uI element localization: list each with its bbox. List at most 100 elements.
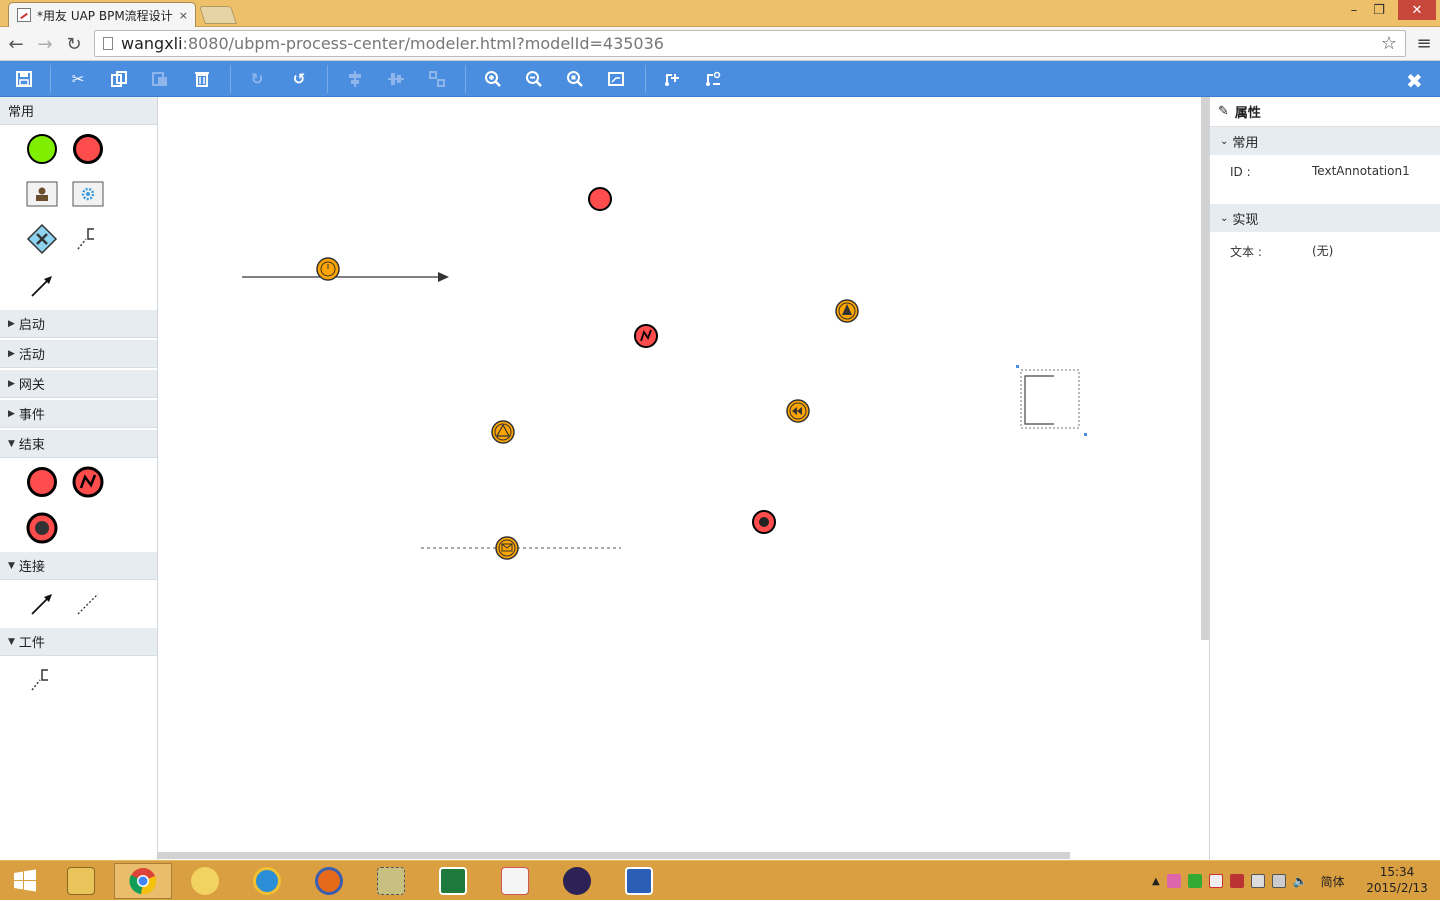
file-explorer-icon[interactable]	[52, 863, 110, 899]
minimize-button[interactable]: –	[1340, 0, 1368, 20]
terminate-end-event-node[interactable]	[752, 510, 776, 534]
close-editor-icon[interactable]: ✖	[1406, 69, 1423, 93]
end-event-icon[interactable]	[71, 132, 105, 166]
url-path: :8080/ubpm-process-center/modeler.html?m…	[182, 34, 664, 53]
error-end-event-node[interactable]	[634, 324, 658, 348]
clock[interactable]: 15:34 2015/2/13	[1362, 864, 1432, 896]
prop-section-label: 实现	[1232, 212, 1259, 228]
clock-time: 15:34	[1379, 865, 1415, 879]
end-terminate-icon[interactable]	[25, 511, 59, 545]
tray-app-icon[interactable]	[1229, 874, 1244, 888]
browser-tab[interactable]: *用友 UAP BPM流程设计 ×	[8, 2, 196, 27]
end-event-node[interactable]	[588, 187, 612, 211]
palette-section-connect[interactable]: ▼ 连接	[0, 552, 157, 580]
paste-icon[interactable]	[148, 67, 172, 91]
chrome-icon[interactable]	[114, 863, 172, 899]
outlook-icon[interactable]	[176, 863, 234, 899]
java-icon[interactable]	[486, 863, 544, 899]
word-icon[interactable]	[610, 863, 668, 899]
action-center-icon[interactable]	[1208, 874, 1223, 888]
user-task-icon[interactable]	[25, 177, 59, 211]
sequence-flow-icon[interactable]	[25, 269, 59, 303]
browser-menu-icon[interactable]: ≡	[1412, 33, 1436, 57]
signal-event-node[interactable]	[491, 420, 515, 444]
align-horizontal-icon[interactable]	[343, 67, 367, 91]
properties-title: 属性	[1234, 106, 1261, 121]
vertical-scrollbar[interactable]	[1201, 97, 1209, 640]
copy-icon[interactable]	[107, 67, 131, 91]
cut-icon[interactable]: ✂	[66, 67, 90, 91]
text-value[interactable]: (无)	[1312, 242, 1333, 259]
windows-start-icon[interactable]	[0, 863, 50, 899]
connect-association-icon[interactable]	[71, 587, 105, 621]
undo-icon[interactable]: ↺	[287, 67, 311, 91]
page-icon	[103, 37, 113, 50]
connect-sequence-icon[interactable]	[25, 587, 59, 621]
firefox-icon[interactable]	[300, 863, 358, 899]
text-annotation-node[interactable]	[1016, 365, 1087, 436]
back-icon[interactable]: ←	[4, 32, 28, 56]
volume-icon[interactable]: 🔈	[1293, 874, 1308, 888]
message-boundary-association[interactable]	[421, 536, 621, 560]
palette-section-event[interactable]: ▶ 事件	[0, 400, 157, 428]
keyboard-icon[interactable]	[1250, 874, 1265, 888]
group-icon[interactable]	[425, 67, 449, 91]
end-none-icon[interactable]	[25, 465, 59, 499]
zoom-out-icon[interactable]	[522, 67, 546, 91]
close-window-button[interactable]: ✕	[1398, 0, 1436, 20]
bookmark-star-icon[interactable]: ☆	[1381, 33, 1397, 54]
compensation-event-node[interactable]	[786, 399, 810, 423]
id-value[interactable]: TextAnnotation1	[1312, 164, 1410, 178]
network-icon[interactable]	[1271, 874, 1286, 888]
start-event-icon[interactable]	[25, 132, 59, 166]
excel-icon[interactable]	[424, 863, 482, 899]
zoom-fit-icon[interactable]	[563, 67, 587, 91]
browser-titlebar: *用友 UAP BPM流程设计 × – ❐ ✕	[0, 0, 1440, 27]
align-vertical-icon[interactable]	[384, 67, 408, 91]
tools-icon[interactable]	[362, 863, 420, 899]
show-hidden-icon[interactable]: ▲	[1152, 876, 1160, 887]
maximize-button[interactable]: ❐	[1368, 0, 1390, 20]
zoom-in-icon[interactable]	[481, 67, 505, 91]
eclipse-icon[interactable]	[548, 863, 606, 899]
palette-section-start[interactable]: ▶ 启动	[0, 310, 157, 338]
section-label: 启动	[18, 318, 45, 333]
horizontal-scrollbar[interactable]	[158, 852, 1070, 859]
service-task-icon[interactable]	[71, 177, 105, 211]
sequence-flow[interactable]	[242, 272, 449, 282]
chevron-down-icon: ⌄	[1220, 212, 1229, 224]
morph-icon[interactable]	[660, 67, 684, 91]
chevron-down-icon: ⌄	[1220, 135, 1229, 147]
tray-app-icon[interactable]	[1166, 874, 1181, 888]
save-icon[interactable]	[12, 67, 36, 91]
tray-app-icon[interactable]	[1187, 874, 1202, 888]
input-language[interactable]: 简体	[1321, 873, 1345, 890]
timer-boundary-event-icon[interactable]	[316, 257, 340, 281]
prop-section-impl[interactable]: ⌄ 实现	[1210, 204, 1440, 232]
text-annotation-icon[interactable]	[25, 663, 59, 697]
connector-icon[interactable]	[701, 67, 725, 91]
end-error-icon[interactable]	[71, 465, 105, 499]
palette-section-gateway[interactable]: ▶ 网关	[0, 370, 157, 398]
url-input[interactable]: wangxli:8080/ubpm-process-center/modeler…	[94, 30, 1406, 57]
prop-section-common[interactable]: ⌄ 常用	[1210, 127, 1440, 155]
palette-section-end[interactable]: ▼ 结束	[0, 430, 157, 458]
palette-section-common[interactable]: 常用	[0, 97, 157, 125]
palette-section-artifact[interactable]: ▼ 工件	[0, 628, 157, 656]
palette-section-activity[interactable]: ▶ 活动	[0, 340, 157, 368]
forward-icon[interactable]: →	[33, 32, 57, 56]
reload-icon[interactable]: ↻	[62, 32, 86, 56]
annotation-icon[interactable]	[71, 222, 105, 256]
section-label: 常用	[8, 105, 35, 120]
new-tab-button[interactable]	[199, 6, 237, 24]
redo-icon[interactable]: ↻	[245, 67, 269, 91]
tab-close-icon[interactable]: ×	[179, 9, 195, 22]
ie-icon[interactable]	[238, 863, 296, 899]
escalation-event-node[interactable]	[835, 299, 859, 323]
process-canvas[interactable]	[158, 97, 1200, 860]
fullscreen-icon[interactable]	[604, 67, 628, 91]
section-label: 事件	[18, 408, 45, 423]
delete-icon[interactable]	[190, 67, 214, 91]
windows-taskbar: ▲ 🔈 简体 15:34 2015/2/13	[0, 860, 1440, 900]
exclusive-gateway-icon[interactable]	[25, 222, 59, 256]
